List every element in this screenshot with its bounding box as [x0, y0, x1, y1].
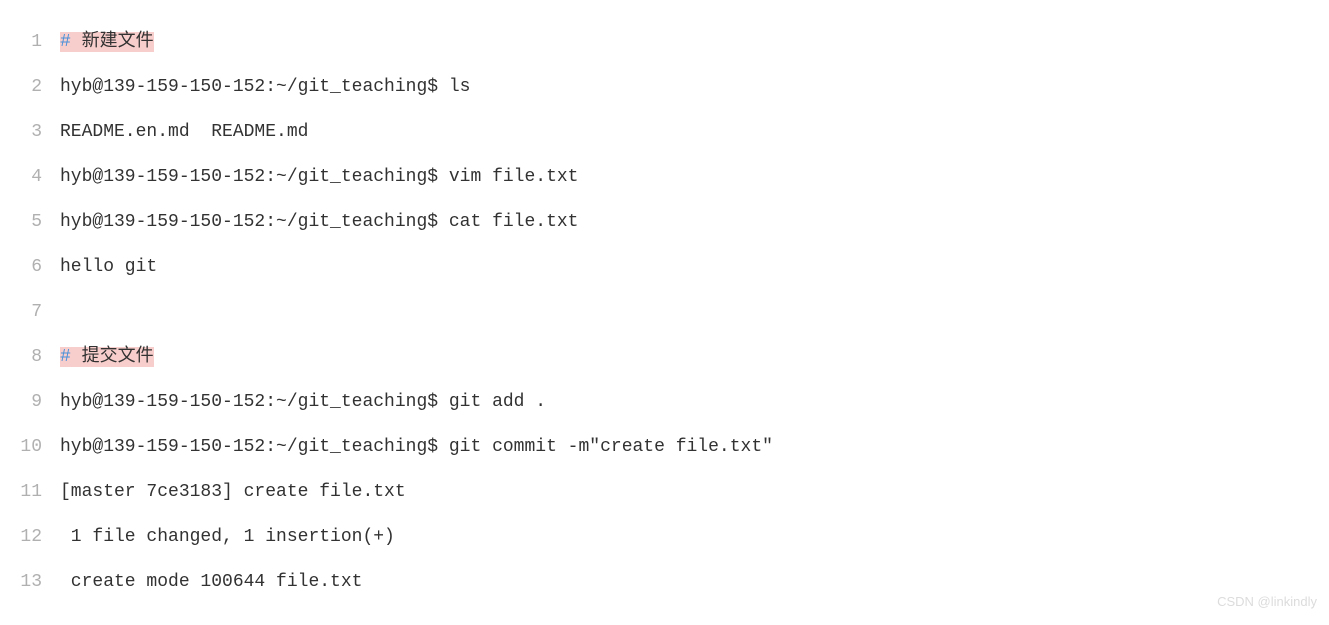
watermark: CSDN @linkindly — [1217, 586, 1317, 619]
comment-span: 提交文件 — [71, 347, 154, 367]
line-number: 13 — [0, 560, 60, 605]
line-content: # 新建文件 — [60, 20, 1329, 65]
line-number: 9 — [0, 380, 60, 425]
code-line: 1# 新建文件 — [0, 20, 1329, 65]
line-content: hyb@139-159-150-152:~/git_teaching$ vim … — [60, 155, 1329, 200]
code-line: 7 — [0, 290, 1329, 335]
text-span: hyb@139-159-150-152:~/git_teaching$ ls — [60, 77, 470, 97]
line-number: 3 — [0, 110, 60, 155]
line-number: 6 — [0, 245, 60, 290]
code-line: 10hyb@139-159-150-152:~/git_teaching$ gi… — [0, 425, 1329, 470]
line-content: # 提交文件 — [60, 335, 1329, 380]
code-line: 3README.en.md README.md — [0, 110, 1329, 155]
comment-span: # — [60, 32, 71, 52]
line-number: 2 — [0, 65, 60, 110]
line-content: hyb@139-159-150-152:~/git_teaching$ cat … — [60, 200, 1329, 245]
line-number: 7 — [0, 290, 60, 335]
line-content: [master 7ce3183] create file.txt — [60, 470, 1329, 515]
line-content: create mode 100644 file.txt — [60, 560, 1329, 605]
code-line: 12 1 file changed, 1 insertion(+) — [0, 515, 1329, 560]
code-line: 4hyb@139-159-150-152:~/git_teaching$ vim… — [0, 155, 1329, 200]
line-content: README.en.md README.md — [60, 110, 1329, 155]
code-line: 2hyb@139-159-150-152:~/git_teaching$ ls — [0, 65, 1329, 110]
line-content: hyb@139-159-150-152:~/git_teaching$ ls — [60, 65, 1329, 110]
line-content — [60, 290, 1329, 335]
text-span: hyb@139-159-150-152:~/git_teaching$ vim … — [60, 167, 578, 187]
code-line: 13 create mode 100644 file.txt — [0, 560, 1329, 605]
code-line: 9hyb@139-159-150-152:~/git_teaching$ git… — [0, 380, 1329, 425]
code-line: 6hello git — [0, 245, 1329, 290]
line-number: 4 — [0, 155, 60, 200]
line-content: 1 file changed, 1 insertion(+) — [60, 515, 1329, 560]
text-span: hello git — [60, 257, 157, 277]
line-number: 12 — [0, 515, 60, 560]
line-content: hyb@139-159-150-152:~/git_teaching$ git … — [60, 425, 1329, 470]
line-number: 1 — [0, 20, 60, 65]
text-span: 1 file changed, 1 insertion(+) — [60, 527, 395, 547]
code-line: 11[master 7ce3183] create file.txt — [0, 470, 1329, 515]
comment-span: # — [60, 347, 71, 367]
line-content: hyb@139-159-150-152:~/git_teaching$ git … — [60, 380, 1329, 425]
text-span: create mode 100644 file.txt — [60, 572, 362, 592]
code-line: 5hyb@139-159-150-152:~/git_teaching$ cat… — [0, 200, 1329, 245]
comment-span: 新建文件 — [71, 32, 154, 52]
code-block: 1# 新建文件2hyb@139-159-150-152:~/git_teachi… — [0, 20, 1329, 605]
line-number: 5 — [0, 200, 60, 245]
line-number: 11 — [0, 470, 60, 515]
text-span: hyb@139-159-150-152:~/git_teaching$ cat … — [60, 212, 578, 232]
text-span: README.en.md README.md — [60, 122, 308, 142]
line-number: 8 — [0, 335, 60, 380]
line-number: 10 — [0, 425, 60, 470]
text-span: hyb@139-159-150-152:~/git_teaching$ git … — [60, 392, 546, 412]
code-line: 8# 提交文件 — [0, 335, 1329, 380]
text-span: hyb@139-159-150-152:~/git_teaching$ git … — [60, 437, 773, 457]
text-span: [master 7ce3183] create file.txt — [60, 482, 406, 502]
line-content: hello git — [60, 245, 1329, 290]
